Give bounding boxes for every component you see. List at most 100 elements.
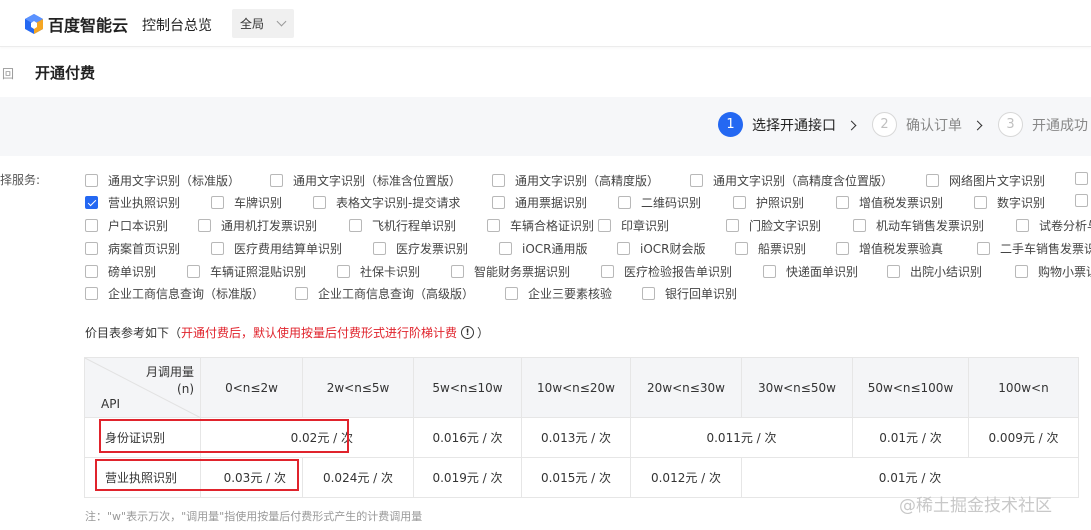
service-checkbox[interactable]: 门脸文字识别 bbox=[726, 217, 821, 234]
service-checkbox[interactable]: iOCR通用版 bbox=[499, 240, 588, 257]
checkbox[interactable] bbox=[1075, 194, 1088, 207]
console-overview-link[interactable]: 控制台总览 bbox=[142, 15, 212, 35]
service-checkbox[interactable]: 病案首页识别 bbox=[85, 240, 180, 257]
info-icon[interactable]: ! bbox=[461, 326, 475, 339]
service-checkbox[interactable]: 车辆合格证识别 bbox=[487, 217, 594, 234]
service-checkbox[interactable]: 机动车销售发票识别 bbox=[853, 217, 984, 234]
checkbox[interactable] bbox=[85, 219, 98, 232]
checkbox[interactable] bbox=[598, 219, 611, 232]
service-checkbox[interactable] bbox=[1075, 172, 1091, 185]
service-checkbox[interactable]: 通用文字识别（高精度含位置版） bbox=[690, 172, 893, 189]
service-checkbox[interactable]: 护照识别 bbox=[733, 194, 804, 211]
checkbox[interactable] bbox=[505, 287, 518, 300]
checkbox[interactable] bbox=[187, 265, 200, 278]
step-label: 选择开通接口 bbox=[752, 117, 836, 134]
checkbox[interactable] bbox=[85, 174, 98, 187]
service-checkbox[interactable]: 表格文字识别-提交请求 bbox=[313, 194, 460, 211]
service-checkbox[interactable]: iOCR财会版 bbox=[617, 240, 706, 257]
checkbox[interactable] bbox=[211, 196, 224, 209]
service-checkbox[interactable]: 增值税发票验真 bbox=[836, 240, 943, 257]
checkbox[interactable] bbox=[349, 219, 362, 232]
service-checkbox[interactable]: 医疗检验报告单识别 bbox=[601, 263, 732, 280]
service-checkbox[interactable]: 社保卡识别 bbox=[337, 263, 420, 280]
checkbox[interactable] bbox=[492, 196, 505, 209]
service-checkbox[interactable]: 飞机行程单识别 bbox=[349, 217, 456, 234]
service-checkbox[interactable]: 增值税发票识别 bbox=[836, 194, 943, 211]
checkbox[interactable] bbox=[295, 287, 308, 300]
checkbox[interactable] bbox=[211, 242, 224, 255]
checkbox[interactable] bbox=[853, 219, 866, 232]
service-checkbox[interactable]: 快递面单识别 bbox=[763, 263, 858, 280]
checkbox[interactable] bbox=[198, 219, 211, 232]
checkbox[interactable] bbox=[313, 196, 326, 209]
checkbox[interactable] bbox=[270, 174, 283, 187]
checkbox[interactable] bbox=[735, 242, 748, 255]
checkbox[interactable] bbox=[451, 265, 464, 278]
service-checkbox[interactable]: 网络图片文字识别 bbox=[926, 172, 1045, 189]
service-checkbox[interactable]: 通用票据识别 bbox=[492, 194, 587, 211]
checkbox-checked[interactable] bbox=[85, 196, 98, 209]
checkbox[interactable] bbox=[617, 242, 630, 255]
back-link[interactable]: 回 bbox=[2, 65, 14, 82]
checkbox[interactable] bbox=[601, 265, 614, 278]
service-checkbox[interactable] bbox=[1075, 194, 1091, 207]
checkbox[interactable] bbox=[1016, 219, 1029, 232]
service-checkbox[interactable]: 印章识别 bbox=[598, 217, 669, 234]
service-checkbox[interactable]: 企业工商信息查询（标准版） bbox=[85, 285, 264, 302]
service-checkbox[interactable]: 通用机打发票识别 bbox=[198, 217, 317, 234]
service-checkbox[interactable]: 医疗费用结算单识别 bbox=[211, 240, 342, 257]
checkbox[interactable] bbox=[492, 174, 505, 187]
service-checkbox[interactable]: 试卷分析与 bbox=[1016, 217, 1091, 234]
service-checkbox[interactable]: 智能财务票据识别 bbox=[451, 263, 570, 280]
region-select[interactable]: 全局 bbox=[232, 9, 294, 38]
service-checkbox[interactable]: 二维码识别 bbox=[618, 194, 701, 211]
checkbox[interactable] bbox=[690, 174, 703, 187]
checkbox[interactable] bbox=[974, 196, 987, 209]
column-header: 0<n≤2w bbox=[200, 357, 303, 418]
service-label: 护照识别 bbox=[756, 196, 805, 210]
service-checkbox[interactable]: 二手车销售发票识 bbox=[977, 240, 1091, 257]
brand-logo[interactable]: 百度智能云 bbox=[24, 12, 128, 36]
checkbox[interactable] bbox=[836, 242, 849, 255]
checkbox[interactable] bbox=[733, 196, 746, 209]
service-label: 营业执照识别 bbox=[108, 196, 181, 210]
checkbox[interactable] bbox=[887, 265, 900, 278]
service-checkbox[interactable]: 通用文字识别（高精度版） bbox=[492, 172, 659, 189]
service-checkbox[interactable]: 磅单识别 bbox=[85, 263, 156, 280]
checkbox[interactable] bbox=[337, 265, 350, 278]
checkbox[interactable] bbox=[373, 242, 386, 255]
checkbox[interactable] bbox=[85, 287, 98, 300]
service-checkbox[interactable]: 户口本识别 bbox=[85, 217, 168, 234]
service-checkbox[interactable]: 船票识别 bbox=[735, 240, 806, 257]
service-checkbox[interactable]: 医疗发票识别 bbox=[373, 240, 468, 257]
service-checkbox[interactable]: 车辆证照混贴识别 bbox=[187, 263, 306, 280]
checkbox[interactable] bbox=[642, 287, 655, 300]
checkbox[interactable] bbox=[499, 242, 512, 255]
service-checkbox[interactable]: 车牌识别 bbox=[211, 194, 282, 211]
checkbox[interactable] bbox=[763, 265, 776, 278]
service-label: 印章识别 bbox=[621, 219, 670, 233]
service-checkbox[interactable]: 银行回单识别 bbox=[642, 285, 737, 302]
checkbox[interactable] bbox=[1015, 265, 1028, 278]
checkbox[interactable] bbox=[726, 219, 739, 232]
checkbox[interactable] bbox=[487, 219, 500, 232]
service-checkbox[interactable]: 数字识别 bbox=[974, 194, 1045, 211]
checkbox[interactable] bbox=[836, 196, 849, 209]
service-checkbox[interactable]: 出院小结识别 bbox=[887, 263, 982, 280]
checkbox[interactable] bbox=[926, 174, 939, 187]
service-checkbox[interactable]: 企业工商信息查询（高级版） bbox=[295, 285, 474, 302]
checkbox[interactable] bbox=[1075, 172, 1088, 185]
checkbox[interactable] bbox=[85, 265, 98, 278]
service-checkbox[interactable]: 营业执照识别 bbox=[85, 194, 180, 211]
service-checkbox[interactable]: 通用文字识别（标准含位置版） bbox=[270, 172, 461, 189]
checkbox[interactable] bbox=[618, 196, 631, 209]
service-checkbox[interactable]: 企业三要素核验 bbox=[505, 285, 612, 302]
checkbox[interactable] bbox=[977, 242, 990, 255]
checkbox[interactable] bbox=[85, 242, 98, 255]
service-checkbox[interactable]: 通用文字识别（标准版） bbox=[85, 172, 240, 189]
service-label: 通用文字识别（标准版） bbox=[108, 174, 241, 188]
service-checkbox[interactable]: 购物小票识 bbox=[1015, 263, 1091, 280]
service-label: 银行回单识别 bbox=[665, 287, 738, 301]
column-header: 2w<n≤5w bbox=[302, 357, 414, 418]
table-footnote: 注："w"表示万次，"调用量"指使用按量后付费形式产生的计费调用量 bbox=[85, 510, 423, 523]
